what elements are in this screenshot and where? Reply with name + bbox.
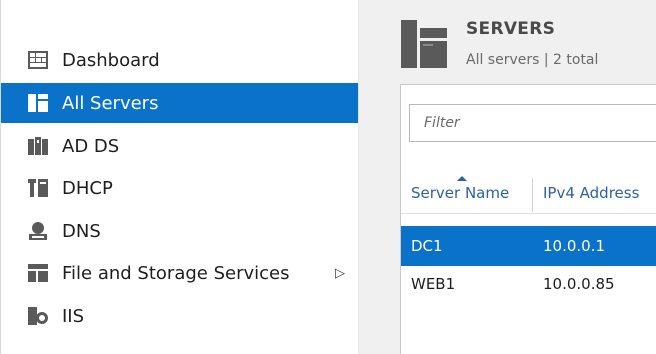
submenu-arrow-icon[interactable]: ▷ <box>335 266 345 281</box>
nav-label: All Servers <box>62 92 159 114</box>
ipv4-address-cell: 10.0.0.85 <box>543 275 615 293</box>
nav-item-iis[interactable]: IIS <box>1 296 359 336</box>
table-row[interactable]: DC1 10.0.0.1 <box>401 226 656 266</box>
page-title: SERVERS <box>466 19 556 39</box>
server-name-cell: DC1 <box>411 237 443 255</box>
servers-icon <box>401 20 447 68</box>
dns-icon <box>29 222 47 240</box>
dhcp-icon <box>28 179 48 197</box>
all-servers-icon <box>28 94 48 112</box>
column-separator[interactable] <box>532 178 533 212</box>
nav-label: DNS <box>62 220 101 242</box>
nav-item-ad-ds[interactable]: AD DS <box>1 126 359 166</box>
nav-item-dashboard[interactable]: Dashboard <box>1 40 359 80</box>
nav-item-dhcp[interactable]: DHCP <box>1 168 359 208</box>
server-name-cell: WEB1 <box>411 275 456 293</box>
navigation-pane: Dashboard All Servers AD DS DHCP DNS Fil… <box>0 0 359 354</box>
nav-label: DHCP <box>62 177 113 199</box>
nav-label: File and Storage Services <box>62 262 290 284</box>
nav-label: IIS <box>62 305 85 327</box>
header-divider <box>401 213 656 214</box>
ad-ds-icon <box>28 137 48 155</box>
file-storage-icon <box>28 264 48 282</box>
sort-ascending-icon <box>457 176 467 181</box>
nav-item-dns[interactable]: DNS <box>1 211 359 251</box>
pane-divider[interactable] <box>358 0 388 354</box>
filter-input[interactable] <box>409 104 656 142</box>
column-header-server-name[interactable]: Server Name <box>411 184 509 202</box>
iis-icon <box>28 307 48 325</box>
nav-item-all-servers[interactable]: All Servers <box>1 83 359 123</box>
column-header-ipv4-address[interactable]: IPv4 Address <box>543 184 639 202</box>
page-subtitle: All servers | 2 total <box>466 52 599 68</box>
table-row[interactable]: WEB1 10.0.0.85 <box>401 264 656 304</box>
nav-label: AD DS <box>62 135 120 157</box>
dashboard-icon <box>28 51 48 69</box>
nav-item-file-storage-services[interactable]: File and Storage Services ▷ <box>1 253 359 293</box>
ipv4-address-cell: 10.0.0.1 <box>543 237 606 255</box>
nav-label: Dashboard <box>62 49 160 71</box>
